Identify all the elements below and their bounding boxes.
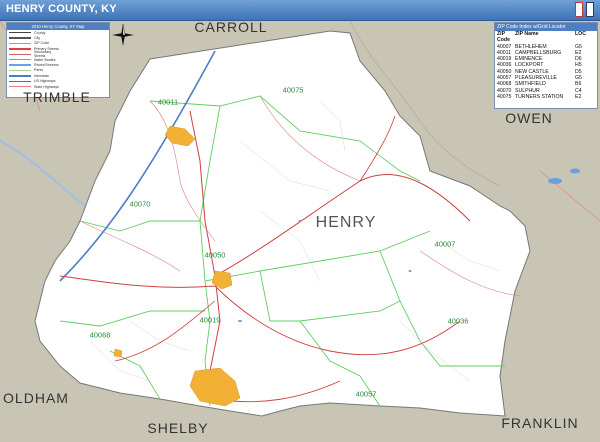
county-label-shelby: SHELBY <box>147 420 209 436</box>
county-label-franklin: FRANKLIN <box>501 415 579 431</box>
legend-swatch <box>9 58 31 61</box>
legend-label: US Highways <box>34 79 56 84</box>
legend-swatch <box>9 37 31 39</box>
zip-label: 40036 <box>447 316 469 326</box>
zip-label: 40068 <box>89 330 111 340</box>
county-label-carroll: CARROLL <box>194 19 268 35</box>
zip-row: 40075 TURNERS STATION E2 <box>495 94 597 100</box>
county-label-owen: OWEN <box>505 110 553 126</box>
legend-swatch <box>9 85 31 88</box>
zip-label: 40007 <box>434 239 456 249</box>
legend-label: City <box>34 36 41 41</box>
zip-code: 40075 <box>497 93 512 100</box>
logo-mark <box>575 2 583 17</box>
legend-swatch <box>9 80 31 82</box>
zip-label: 40019 <box>199 315 221 325</box>
legend-swatch <box>9 64 31 66</box>
legend-swatch <box>9 42 31 45</box>
county-label-oldham: OLDHAM <box>3 390 69 406</box>
zip-label: 40075 <box>282 85 304 95</box>
zip-code-index: ZIP Code Index w/Grid Locator ZIP Code Z… <box>494 22 598 109</box>
legend-label: Water Bodies <box>34 57 56 62</box>
legend-label: County <box>34 30 46 35</box>
zip-header-name: ZIP Name <box>515 31 539 37</box>
legend-label: Interstate <box>34 73 49 78</box>
map-title: HENRY COUNTY, KY <box>6 3 117 15</box>
zip-header-loc: LOC <box>575 31 586 37</box>
legend-title: 2010 Henry County, KY Map <box>7 23 109 30</box>
zip-header-code: ZIP Code <box>497 31 510 44</box>
legend-swatch <box>9 32 31 34</box>
legend-label: Rivers/Streams <box>34 63 59 68</box>
legend-swatch <box>9 48 31 50</box>
zip-label: 40070 <box>129 199 151 209</box>
legend-label: ZIP Code <box>34 41 50 46</box>
legend-label: Parks <box>34 68 44 73</box>
zip-name: TURNERS STATION <box>515 93 564 100</box>
map-legend: 2010 Henry County, KY Map County City ZI… <box>6 22 110 98</box>
logo-mark-2 <box>586 2 594 17</box>
zip-index-title: ZIP Code Index w/Grid Locator <box>495 23 597 31</box>
county-label-trimble: TRIMBLE <box>23 89 91 105</box>
zip-label: 40057 <box>355 389 377 399</box>
compass-rose-icon <box>112 24 134 46</box>
zip-label: 40050 <box>204 250 226 260</box>
zip-index-header: ZIP Code ZIP Name LOC <box>495 31 597 44</box>
legend-swatch <box>9 69 31 72</box>
zip-loc: E2 <box>575 93 582 100</box>
legend-label: State Highways <box>34 84 59 89</box>
zip-label: 40011 <box>157 97 179 107</box>
legend-swatch <box>9 75 31 77</box>
brand-logo <box>575 2 594 17</box>
title-bar: HENRY COUNTY, KY <box>0 0 600 21</box>
county-label-henry: HENRY <box>315 214 377 231</box>
legend-swatch <box>9 53 31 55</box>
